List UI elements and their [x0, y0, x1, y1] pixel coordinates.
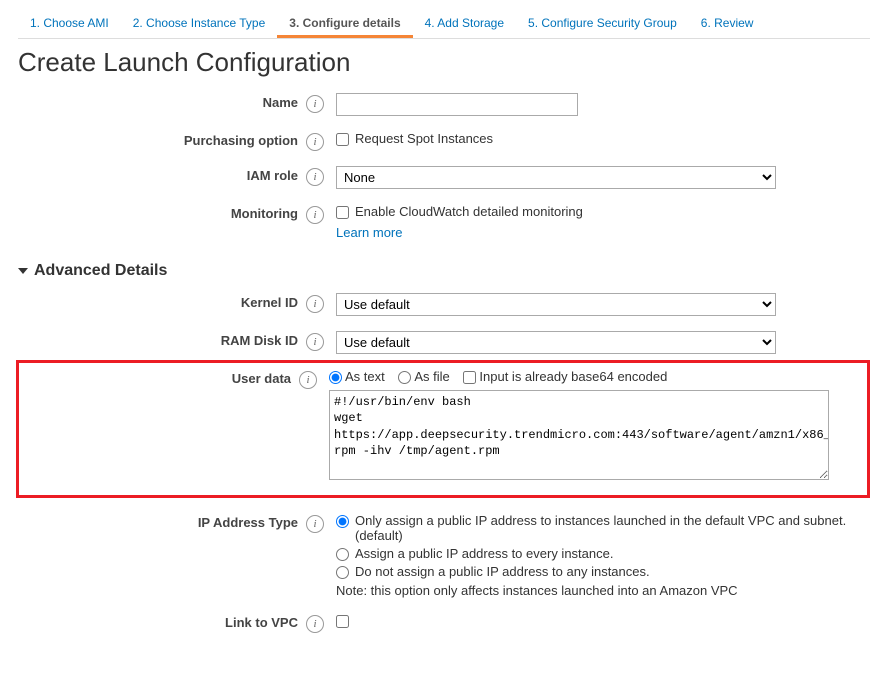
wizard-step-1[interactable]: 1. Choose AMI: [18, 10, 121, 38]
wizard-step-4[interactable]: 4. Add Storage: [413, 10, 516, 38]
userdata-textarea[interactable]: [329, 390, 829, 480]
info-icon[interactable]: i: [306, 333, 324, 351]
wizard-step-2[interactable]: 2. Choose Instance Type: [121, 10, 278, 38]
info-icon[interactable]: i: [306, 295, 324, 313]
name-input[interactable]: [336, 93, 578, 116]
ip-default-radio[interactable]: [336, 515, 349, 528]
caret-down-icon: [18, 268, 28, 274]
info-icon[interactable]: i: [306, 95, 324, 113]
link-vpc-checkbox[interactable]: [336, 615, 349, 628]
ramdisk-select[interactable]: Use default: [336, 331, 776, 354]
user-data-highlight-box: User data i As text As file Input is alr…: [16, 360, 870, 498]
label-name: Name: [18, 92, 306, 110]
info-icon[interactable]: i: [306, 206, 324, 224]
learn-more-link[interactable]: Learn more: [336, 225, 402, 240]
label-linkvpc: Link to VPC: [18, 612, 306, 630]
ip-default-label: Only assign a public IP address to insta…: [355, 513, 870, 543]
userdata-as-file-option[interactable]: As file: [398, 369, 449, 384]
label-iptype: IP Address Type: [18, 512, 306, 530]
label-userdata: User data: [19, 368, 299, 386]
userdata-as-text-option[interactable]: As text: [329, 369, 385, 384]
ip-every-label: Assign a public IP address to every inst…: [355, 546, 613, 561]
userdata-base64-checkbox[interactable]: [463, 371, 476, 384]
info-icon[interactable]: i: [306, 515, 324, 533]
label-monitoring: Monitoring: [18, 203, 306, 221]
info-icon[interactable]: i: [306, 133, 324, 151]
page-title: Create Launch Configuration: [18, 47, 870, 78]
ip-none-radio[interactable]: [336, 566, 349, 579]
spot-instances-option[interactable]: Request Spot Instances: [336, 131, 493, 146]
info-icon[interactable]: i: [306, 168, 324, 186]
advanced-details-heading[interactable]: Advanced Details: [18, 262, 870, 280]
monitoring-option[interactable]: Enable CloudWatch detailed monitoring: [336, 204, 583, 219]
monitoring-checkbox[interactable]: [336, 206, 349, 219]
info-icon[interactable]: i: [299, 371, 317, 389]
spot-checkbox[interactable]: [336, 133, 349, 146]
wizard-step-3[interactable]: 3. Configure details: [277, 10, 412, 38]
info-icon[interactable]: i: [306, 615, 324, 633]
iam-role-select[interactable]: None: [336, 166, 776, 189]
label-iam: IAM role: [18, 165, 306, 183]
userdata-as-file-radio[interactable]: [398, 371, 411, 384]
userdata-base64-option[interactable]: Input is already base64 encoded: [463, 369, 667, 384]
userdata-as-text-radio[interactable]: [329, 371, 342, 384]
label-purchasing: Purchasing option: [18, 130, 306, 148]
wizard-step-6[interactable]: 6. Review: [689, 10, 766, 38]
ip-none-label: Do not assign a public IP address to any…: [355, 564, 650, 579]
wizard-step-5[interactable]: 5. Configure Security Group: [516, 10, 689, 38]
label-kernel: Kernel ID: [18, 292, 306, 310]
wizard-steps: 1. Choose AMI 2. Choose Instance Type 3.…: [18, 10, 870, 39]
label-ramdisk: RAM Disk ID: [18, 330, 306, 348]
ip-note: Note: this option only affects instances…: [336, 583, 870, 598]
ip-every-radio[interactable]: [336, 548, 349, 561]
kernel-select[interactable]: Use default: [336, 293, 776, 316]
